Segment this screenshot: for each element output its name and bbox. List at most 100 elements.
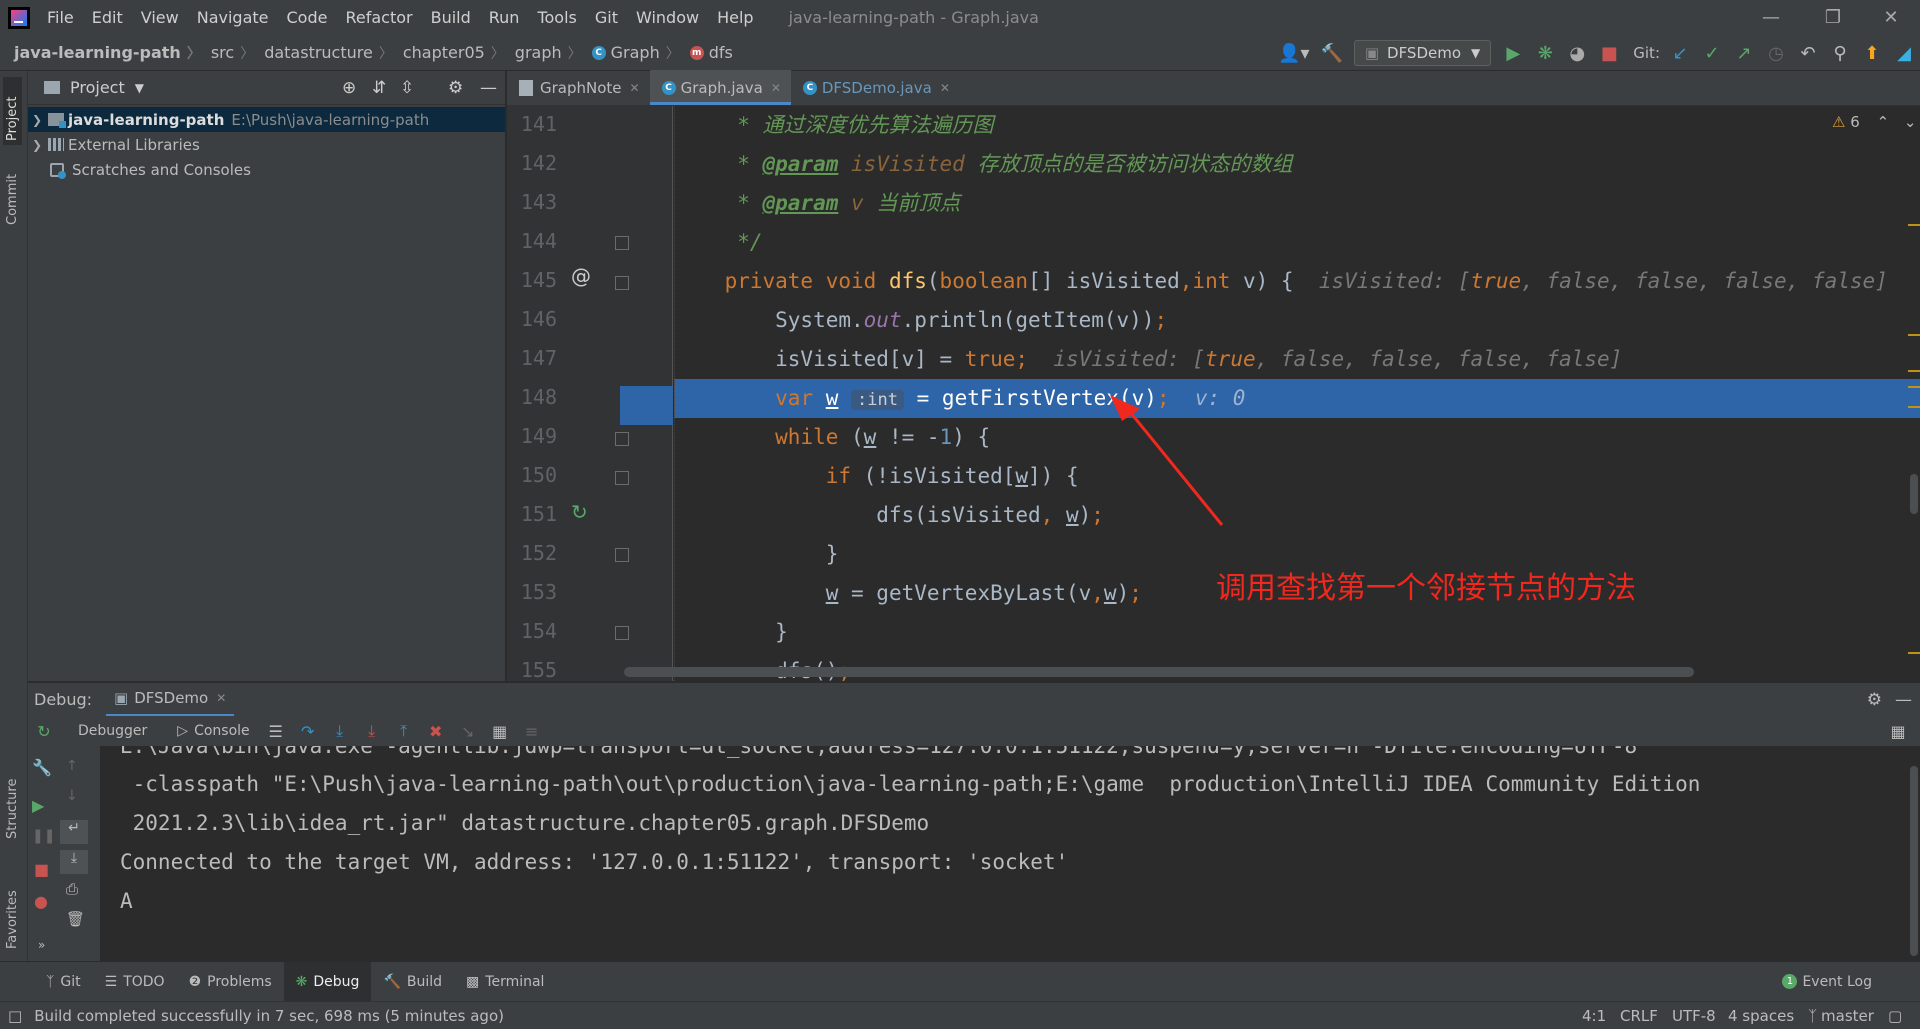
toolbox-logo-icon[interactable]: ◢ xyxy=(1888,39,1920,67)
run-to-cursor-icon[interactable]: ↘ xyxy=(452,722,484,741)
git-branch-widget[interactable]: ᛉ master xyxy=(1808,1007,1874,1025)
trace-icon[interactable]: ≡ xyxy=(516,722,548,741)
gear-icon[interactable]: ⚙ xyxy=(1867,690,1882,710)
breadcrumb-class-graph[interactable]: C Graph 〉 xyxy=(582,43,680,63)
run-config-select[interactable]: ▣ DFSDemo ▼ xyxy=(1353,40,1492,66)
line-separator[interactable]: CRLF xyxy=(1620,1007,1658,1025)
menu-help[interactable]: Help xyxy=(708,8,762,27)
gear-icon[interactable]: ⚙ xyxy=(448,78,463,98)
restore-button[interactable]: ❐ xyxy=(1810,0,1856,35)
error-stripe-marker[interactable] xyxy=(1908,386,1920,388)
recursive-call-icon[interactable]: ↻ xyxy=(571,500,588,524)
indent-setting[interactable]: 4 spaces xyxy=(1728,1007,1794,1025)
next-highlight-icon[interactable]: ⌄ xyxy=(1904,113,1917,131)
user-icon[interactable]: 👤▾ xyxy=(1272,39,1316,67)
tab-structure[interactable]: Structure xyxy=(3,761,22,841)
layout-icon[interactable]: ▦ xyxy=(1882,722,1914,741)
up-arrow-icon[interactable]: ↑ xyxy=(66,758,78,774)
tree-item-project-root[interactable]: ❯ java-learning-path E:\Push\java-learni… xyxy=(28,107,505,132)
toolwindow-build[interactable]: 🔨 Build xyxy=(371,962,454,1002)
breadcrumb-graph[interactable]: graph 〉 xyxy=(505,43,582,63)
horizontal-scrollbar[interactable] xyxy=(624,667,1694,677)
menu-git[interactable]: Git xyxy=(586,8,627,27)
breadcrumb-method-dfs[interactable]: m dfs xyxy=(680,43,733,62)
tree-item-scratches[interactable]: Scratches and Consoles xyxy=(28,157,505,182)
tab-project[interactable]: Project xyxy=(3,77,22,145)
error-stripe-marker[interactable] xyxy=(1908,224,1920,226)
toolwindow-git[interactable]: ᛉ Git xyxy=(34,962,93,1002)
run-icon[interactable]: ▶ xyxy=(1497,39,1529,67)
step-into-icon[interactable]: ⤓ xyxy=(324,721,356,741)
expand-all-icon[interactable]: ⇵ xyxy=(372,78,386,98)
more-icon[interactable]: » xyxy=(38,938,45,952)
menu-code[interactable]: Code xyxy=(278,8,337,27)
close-window-button[interactable]: ✕ xyxy=(1868,0,1914,35)
debug-session-tab[interactable]: ▣ DFSDemo ✕ xyxy=(106,683,235,717)
collapse-all-icon[interactable]: ⇳ xyxy=(400,78,414,98)
console-output[interactable]: E:\Java\bin\java.exe -agentlib:jdwp=tran… xyxy=(100,746,1920,961)
toolwindow-terminal[interactable]: ▩ Terminal xyxy=(454,962,556,1002)
previous-highlight-icon[interactable]: ⌃ xyxy=(1877,113,1890,131)
step-out-icon[interactable]: ⤒ xyxy=(388,721,420,741)
step-over-icon[interactable]: ↷ xyxy=(292,722,324,741)
menu-window[interactable]: Window xyxy=(627,8,708,27)
pause-icon[interactable]: ❚❚ xyxy=(32,828,55,844)
minimize-button[interactable]: — xyxy=(1748,0,1794,35)
tab-graph-java[interactable]: C Graph.java ✕ xyxy=(649,70,792,105)
fold-marker-icon[interactable] xyxy=(615,432,629,446)
resume-icon[interactable]: ▶ xyxy=(32,796,44,815)
override-at-icon[interactable]: @ xyxy=(571,264,591,288)
stop-icon[interactable]: ■ xyxy=(34,860,49,879)
breakpoints-icon[interactable]: ● xyxy=(34,892,48,911)
tab-console[interactable]: ▷ Console xyxy=(177,723,249,739)
wrench-icon[interactable]: 🔧 xyxy=(32,758,52,777)
toolwindow-problems[interactable]: ❷ Problems xyxy=(177,962,284,1002)
fold-marker-icon[interactable] xyxy=(615,236,629,250)
history-icon[interactable]: ◷ xyxy=(1760,39,1792,67)
file-encoding[interactable]: UTF-8 xyxy=(1672,1007,1716,1025)
scroll-to-end-icon[interactable]: ⤓ xyxy=(60,850,88,874)
menu-file[interactable]: File xyxy=(38,8,83,27)
inspection-widget[interactable]: ⚠ 6 ⌃ ⌄ xyxy=(1832,113,1917,131)
menu-refactor[interactable]: Refactor xyxy=(336,8,421,27)
tab-dfsdemo-java[interactable]: C DFSDemo.java ✕ xyxy=(791,70,960,105)
chevron-right-icon[interactable]: ❯ xyxy=(28,138,46,152)
console-scrollbar[interactable] xyxy=(1910,766,1918,956)
editor-gutter[interactable]: 141 142 143 144 145 146 147 148 149 150 … xyxy=(507,106,673,682)
hide-panel-icon[interactable]: — xyxy=(1895,690,1912,710)
frames-menu-icon[interactable]: ☰ xyxy=(260,722,292,741)
tab-graphnote[interactable]: GraphNote ✕ xyxy=(507,70,650,105)
git-push-icon[interactable]: ↗ xyxy=(1728,39,1760,67)
menu-view[interactable]: View xyxy=(132,8,188,27)
search-icon[interactable]: ⚲ xyxy=(1824,39,1856,67)
toggle-tool-windows-icon[interactable]: □ xyxy=(8,1007,22,1025)
coverage-icon[interactable]: ◕ xyxy=(1561,39,1593,67)
close-icon[interactable]: ✕ xyxy=(216,691,226,705)
chevron-right-icon[interactable]: ❯ xyxy=(28,113,46,127)
fold-marker-icon[interactable] xyxy=(615,626,629,640)
close-icon[interactable]: ✕ xyxy=(771,81,781,95)
force-step-into-icon[interactable]: ⤓ xyxy=(356,721,388,741)
tab-debugger[interactable]: Debugger xyxy=(78,723,147,739)
git-update-icon[interactable]: ↙ xyxy=(1664,39,1696,67)
fold-marker-icon[interactable] xyxy=(615,471,629,485)
tree-item-external-libraries[interactable]: ❯ External Libraries xyxy=(28,132,505,157)
evaluate-expression-icon[interactable]: ▦ xyxy=(484,722,516,741)
rerun-icon[interactable]: ↻ xyxy=(28,722,60,741)
tab-commit[interactable]: Commit xyxy=(3,167,22,227)
menu-run[interactable]: Run xyxy=(480,8,529,27)
trash-icon[interactable]: 🗑 xyxy=(66,910,85,928)
stop-icon[interactable]: ■ xyxy=(1593,39,1625,67)
fold-marker-icon[interactable] xyxy=(615,548,629,562)
lock-icon[interactable]: ▢ xyxy=(1888,1007,1902,1025)
tab-favorites[interactable]: Favorites xyxy=(3,871,22,951)
error-stripe-marker[interactable] xyxy=(1908,406,1920,408)
error-stripe-marker[interactable] xyxy=(1908,370,1920,372)
close-icon[interactable]: ✕ xyxy=(630,81,640,95)
debug-bug-icon[interactable]: ❋ xyxy=(1529,39,1561,67)
update-available-icon[interactable]: ⬆ xyxy=(1856,39,1888,67)
menu-navigate[interactable]: Navigate xyxy=(188,8,278,27)
rollback-icon[interactable]: ↶ xyxy=(1792,39,1824,67)
breadcrumb-datastructure[interactable]: datastructure 〉 xyxy=(254,43,393,63)
chevron-down-icon[interactable]: ▼ xyxy=(135,81,144,95)
